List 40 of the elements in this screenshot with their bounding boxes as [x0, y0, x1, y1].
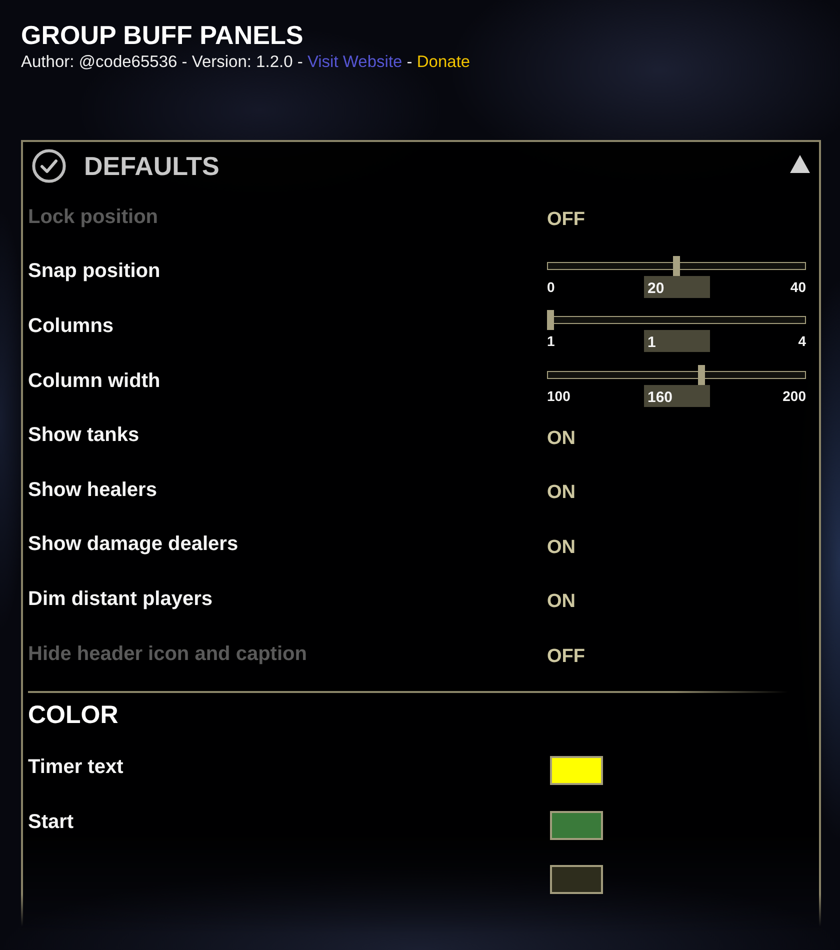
setting-label: Column width [28, 370, 160, 393]
setting-label: Lock position [28, 206, 158, 229]
slider-track[interactable] [547, 256, 806, 276]
slider-value-field[interactable]: 20 [644, 276, 710, 298]
color-swatch[interactable] [550, 865, 603, 894]
toggle-value[interactable]: ON [547, 536, 576, 559]
up-triangle-icon[interactable] [790, 155, 810, 173]
setting-label: Show damage dealers [28, 533, 238, 556]
text-link[interactable]: Donate [416, 53, 470, 71]
slider-value-field[interactable]: 160 [644, 385, 710, 408]
section-heading: COLOR [28, 701, 118, 730]
setting-label: Snap position [28, 260, 160, 284]
slider-min-label: 0 [547, 278, 555, 295]
setting-label: Show tanks [28, 424, 140, 448]
slider-track[interactable] [547, 365, 806, 386]
submenu-title: DEFAULTS [84, 150, 220, 182]
slider-thumb[interactable] [698, 365, 706, 386]
toggle-value[interactable]: ON [547, 591, 576, 614]
slider-track[interactable] [547, 310, 806, 330]
setting-label: Timer text [28, 756, 124, 780]
setting-label: Show healers [28, 478, 157, 502]
author-version-line: Author: @code65536 - Version: 1.2.0 - Visit Website - Donate [21, 52, 472, 72]
slider-min-label: 100 [547, 388, 570, 404]
slider-min-label: 1 [547, 333, 555, 350]
toggle-value[interactable]: ON [547, 482, 576, 504]
setting-label: Start [28, 810, 74, 834]
slider-max-label: 4 [798, 333, 806, 350]
setting-label: Dim distant players [28, 588, 213, 611]
toggle-value[interactable]: ON [547, 428, 576, 450]
slider-thumb[interactable] [673, 256, 680, 276]
color-swatch[interactable] [550, 756, 603, 786]
addon-title: GROUP BUFF PANELS [21, 19, 304, 51]
slider-thumb[interactable] [547, 310, 554, 330]
checkmark-circle-icon [32, 149, 66, 183]
slider-value-field[interactable]: 1 [644, 330, 710, 352]
setting-label: Hide header icon and caption [28, 642, 307, 666]
slider-max-label: 40 [790, 278, 806, 295]
slider-max-label: 200 [782, 388, 806, 404]
color-swatch[interactable] [550, 810, 603, 840]
setting-label: Columns [28, 314, 114, 338]
